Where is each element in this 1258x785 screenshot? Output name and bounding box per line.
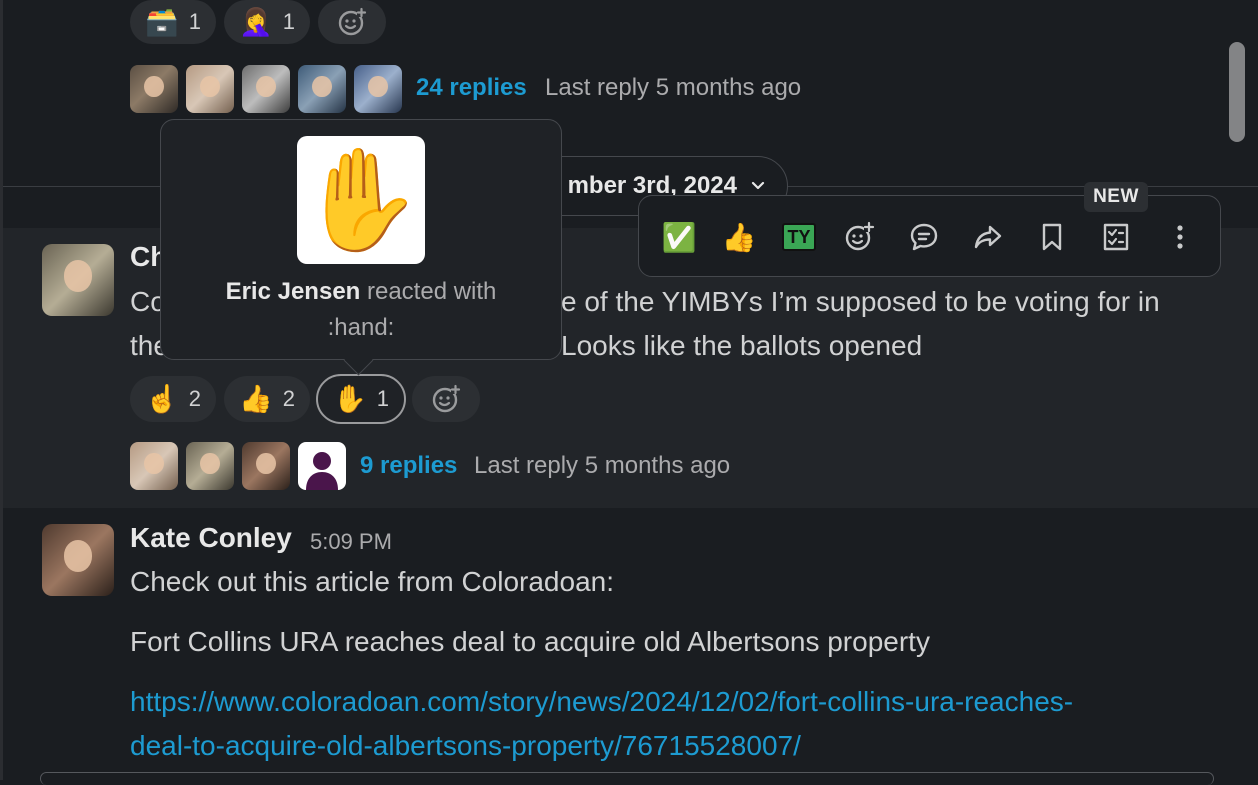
- thread-participant-avatar[interactable]: [186, 65, 234, 113]
- thread-replies-link[interactable]: 9 replies: [360, 452, 457, 480]
- reaction-count: 2: [282, 386, 295, 411]
- message-timestamp[interactable]: 5:09 PM: [310, 529, 392, 555]
- add-reaction-toolbar-button[interactable]: [836, 214, 882, 260]
- message-text: Fort Collins URA reaches deal to acquire…: [130, 626, 930, 657]
- forward-message-button[interactable]: [965, 214, 1011, 260]
- new-feature-badge: NEW: [1084, 182, 1148, 212]
- bookmark-icon: [1042, 223, 1062, 251]
- message-text: Check out this article from Coloradoan:: [130, 566, 614, 597]
- add-emoji-icon: [338, 7, 367, 36]
- tooltip-shortcode: :hand:: [327, 314, 395, 341]
- kebab-icon: [1177, 225, 1183, 249]
- share-arrow-icon: [974, 225, 1002, 249]
- react-check-button[interactable]: ✅: [656, 214, 702, 260]
- ty-emoji: TY: [782, 223, 816, 251]
- reaction-count: 1: [376, 386, 389, 411]
- thread-participant-avatar[interactable]: [130, 65, 178, 113]
- reaction-count: 1: [188, 9, 201, 34]
- thread-participant-avatar[interactable]: [130, 442, 178, 490]
- more-actions-button[interactable]: [1157, 214, 1203, 260]
- add-reaction-button[interactable]: [318, 0, 386, 44]
- tooltip-user-name: Eric Jensen: [225, 278, 361, 305]
- link-preview-card-edge: [40, 772, 1214, 785]
- thread-participant-avatar[interactable]: [298, 442, 346, 490]
- thread-participant-avatar[interactable]: [186, 442, 234, 490]
- reaction-pill-hand[interactable]: ✋ 1: [316, 374, 406, 424]
- last-reply-time: Last reply 5 months ago: [545, 74, 802, 101]
- save-for-later-button[interactable]: [1029, 214, 1075, 260]
- comment-icon: [910, 223, 938, 251]
- check-mark-emoji: ✅: [661, 221, 697, 253]
- tooltip-caption: Eric Jensen reacted with: [160, 278, 562, 306]
- reaction-count: 2: [188, 386, 201, 411]
- raised-hand-emoji: ✋: [333, 383, 367, 414]
- avatar[interactable]: [42, 244, 114, 316]
- message-text-fragment: e of the YIMBYs I’m supposed to be votin…: [561, 286, 1160, 317]
- thread-participant-avatar[interactable]: [242, 442, 290, 490]
- task-list-icon: [1103, 223, 1129, 251]
- scrollbar-thumb[interactable]: [1229, 42, 1245, 142]
- card-file-box-emoji: 🗃️: [145, 6, 179, 37]
- facepalm-emoji: 🤦‍♀️: [239, 6, 273, 37]
- reaction-pill-thumbs-up[interactable]: 👍 2: [224, 376, 310, 422]
- react-thumbs-up-button[interactable]: 👍: [716, 214, 762, 260]
- thumbs-up-emoji: 👍: [239, 383, 273, 414]
- reaction-pill-point-up[interactable]: ☝️ 2: [130, 376, 216, 422]
- add-emoji-icon: [432, 384, 461, 413]
- chevron-down-icon: [751, 181, 765, 190]
- thread-participant-avatar[interactable]: [354, 65, 402, 113]
- article-link[interactable]: deal-to-acquire-old-albertsons-property/…: [130, 730, 801, 762]
- tooltip-action-text: reacted with: [360, 278, 497, 305]
- add-emoji-icon: [845, 221, 875, 251]
- turn-into-task-button[interactable]: [1093, 214, 1139, 260]
- point-up-emoji: ☝️: [145, 383, 179, 414]
- reaction-pill-card-box[interactable]: 🗃️ 1: [130, 0, 216, 44]
- avatar[interactable]: [42, 524, 114, 596]
- thread-participant-avatar[interactable]: [242, 65, 290, 113]
- thread-participant-avatar[interactable]: [298, 65, 346, 113]
- tooltip-emoji-preview: ✋: [297, 136, 425, 264]
- reaction-count: 1: [282, 9, 295, 34]
- message-text-fragment: Looks like the ballots opened: [561, 330, 923, 361]
- message-author[interactable]: Kate Conley: [130, 522, 292, 554]
- thumbs-up-emoji: 👍: [721, 221, 757, 253]
- thread-replies-link[interactable]: 24 replies: [416, 74, 527, 102]
- last-reply-time: Last reply 5 months ago: [474, 452, 731, 479]
- default-user-icon: [306, 452, 338, 490]
- add-reaction-button[interactable]: [412, 376, 480, 422]
- react-ty-button[interactable]: TY: [776, 214, 822, 260]
- article-link[interactable]: https://www.coloradoan.com/story/news/20…: [130, 686, 1073, 718]
- reaction-pill-facepalm[interactable]: 🤦‍♀️ 1: [224, 0, 310, 44]
- reply-thread-button[interactable]: [901, 214, 947, 260]
